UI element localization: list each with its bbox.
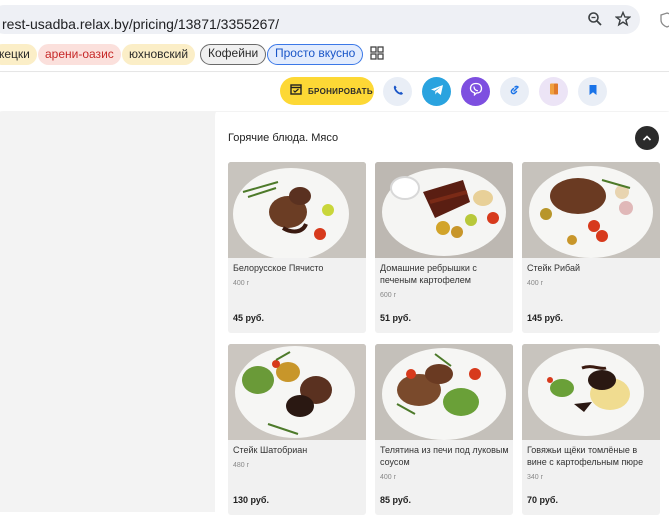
telegram-button[interactable] — [422, 77, 451, 106]
shield-icon[interactable] — [660, 12, 669, 28]
dish-name: Домашние ребрышки с печеным картофелем — [380, 263, 477, 285]
phone-icon — [392, 83, 404, 101]
dish-card[interactable]: Домашние ребрышки с печеным картофелем 6… — [375, 162, 513, 333]
apps-grid-icon[interactable] — [370, 46, 384, 60]
url-text[interactable]: rest-usadba.relax.by/pricing/13871/33552… — [2, 16, 279, 32]
dish-photo — [522, 162, 660, 258]
document-icon — [548, 82, 560, 101]
left-sidebar — [0, 112, 215, 512]
dish-price: 51 руб. — [380, 313, 411, 323]
dish-photo — [228, 162, 366, 258]
viber-button[interactable] — [461, 77, 490, 106]
menu-content: Горячие блюда. Мясо Белорусское Пячисто … — [216, 112, 669, 515]
bookmark-chip[interactable]: арени-оазис — [38, 44, 121, 65]
bookmark-star-icon[interactable] — [613, 9, 633, 29]
dish-price: 145 руб. — [527, 313, 563, 323]
bookmark-chip[interactable]: кецки — [0, 44, 37, 65]
dish-name: Телятина из печи под луковым соусом — [380, 445, 509, 467]
site-header: БРОНИРОВАТЬ — [0, 73, 669, 111]
bookmarks-bar: кецки арени-оазис юхновский Кофейни Прос… — [0, 38, 669, 72]
bookmark-icon — [588, 83, 598, 101]
dish-weight: 400 г — [527, 280, 544, 287]
link-button[interactable] — [500, 77, 529, 106]
dish-price: 130 руб. — [233, 495, 269, 505]
save-button[interactable] — [578, 77, 607, 106]
dish-card[interactable]: Телятина из печи под луковым соусом 400 … — [375, 344, 513, 515]
dish-photo — [375, 344, 513, 440]
dish-weight: 600 г — [380, 292, 397, 299]
dish-name: Стейк Шатобриан — [233, 445, 308, 455]
address-bar[interactable]: rest-usadba.relax.by/pricing/13871/33552… — [0, 5, 640, 34]
dish-price: 70 руб. — [527, 495, 558, 505]
bookmark-chip[interactable]: юхновский — [122, 44, 196, 65]
zoom-icon[interactable] — [585, 9, 605, 29]
bookmark-chip[interactable]: Кофейни — [200, 44, 267, 65]
phone-button[interactable] — [383, 77, 412, 106]
section-title: Горячие блюда. Мясо — [228, 132, 339, 144]
calendar-icon — [290, 82, 302, 100]
book-button-label: БРОНИРОВАТЬ — [308, 86, 373, 96]
dish-weight: 400 г — [380, 474, 397, 481]
dish-card[interactable]: Говяжьи щёки томлёные в вине с картофель… — [522, 344, 660, 515]
link-icon — [509, 83, 521, 101]
dish-weight: 400 г — [233, 280, 250, 287]
dish-price: 45 руб. — [233, 313, 264, 323]
dish-card[interactable]: Стейк Рибай 400 г 145 руб. — [522, 162, 660, 333]
dish-photo — [228, 344, 366, 440]
dish-photo — [375, 162, 513, 258]
browser-toolbar: rest-usadba.relax.by/pricing/13871/33552… — [0, 0, 669, 38]
bookmark-chip[interactable]: Просто вкусно — [267, 44, 364, 65]
dish-card[interactable]: Белорусское Пячисто 400 г 45 руб. — [228, 162, 366, 333]
dish-weight: 340 г — [527, 474, 544, 481]
dish-name: Говяжьи щёки томлёные в вине с картофель… — [527, 445, 644, 467]
dish-photo — [522, 344, 660, 440]
menu-card-button[interactable] — [539, 77, 568, 106]
dish-card[interactable]: Стейк Шатобриан 480 г 130 руб. — [228, 344, 366, 515]
chevron-up-icon — [642, 129, 652, 147]
dish-weight: 480 г — [233, 462, 250, 469]
telegram-icon — [430, 83, 444, 101]
collapse-section-button[interactable] — [635, 126, 659, 150]
dish-name: Стейк Рибай — [527, 263, 581, 273]
dish-price: 85 руб. — [380, 495, 411, 505]
book-button[interactable]: БРОНИРОВАТЬ — [280, 77, 374, 105]
dish-name: Белорусское Пячисто — [233, 263, 324, 273]
viber-icon — [469, 82, 483, 101]
